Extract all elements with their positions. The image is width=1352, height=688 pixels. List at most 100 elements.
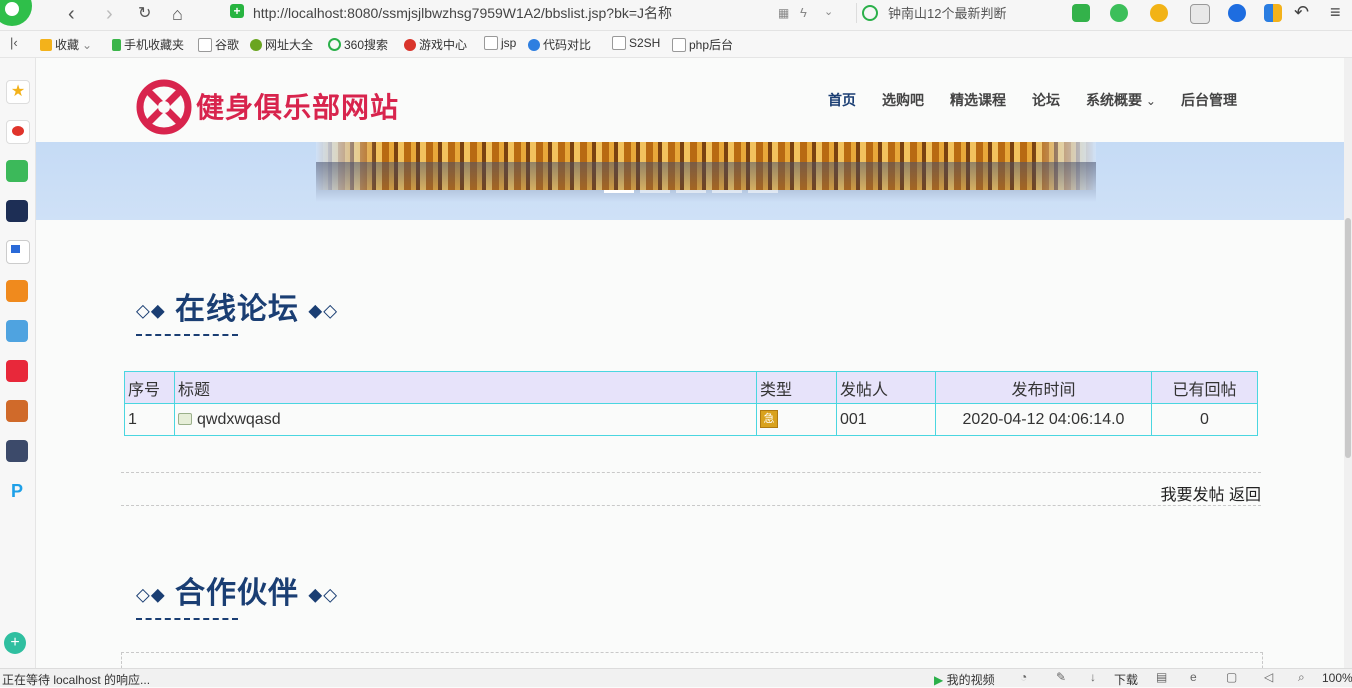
col-type: 类型 xyxy=(756,371,837,404)
address-url[interactable]: http://localhost:8080/ssmjsjlbwzhsg7959W… xyxy=(253,3,672,23)
status-text: 正在等待 localhost 的响应... xyxy=(2,673,151,687)
xiaohongshu-icon[interactable] xyxy=(6,360,28,382)
bookmark-item[interactable]: S2SH xyxy=(612,36,660,50)
bookmark-item[interactable]: jsp xyxy=(484,36,516,50)
bookmark-item[interactable]: 游戏中心 xyxy=(404,36,467,53)
site-name[interactable]: 健身俱乐部网站 xyxy=(196,86,399,126)
undo-icon[interactable]: ↶ xyxy=(1294,2,1309,23)
refresh-icon[interactable]: ↻ xyxy=(138,2,151,26)
favorites-star-icon[interactable]: ★ xyxy=(6,80,30,104)
mail-icon[interactable] xyxy=(6,160,28,182)
diamond-left-icon: ◇◆ xyxy=(136,584,166,605)
qr-icon[interactable]: ▦ xyxy=(778,6,789,20)
compare-icon xyxy=(528,38,540,51)
document-icon[interactable] xyxy=(6,240,30,264)
speed-icon[interactable]: ◔ xyxy=(1020,670,1027,684)
back-link[interactable]: 返回 xyxy=(1229,487,1261,504)
col-title: 标题 xyxy=(174,371,757,404)
bookmark-item[interactable]: 谷歌 xyxy=(198,36,239,53)
image-icon[interactable] xyxy=(1190,4,1210,24)
bookmark-item[interactable]: 360搜索 xyxy=(328,36,388,53)
table-row[interactable]: 1 qwdxwqasd 急 001 2020-04-12 04:06:14.0 … xyxy=(124,403,1258,436)
forward-icon[interactable]: › xyxy=(106,2,113,26)
bookmark-item[interactable]: 手机收藏夹 xyxy=(112,36,184,53)
home-icon[interactable]: ⌂ xyxy=(172,2,183,26)
download-button[interactable]: 下载 xyxy=(1114,671,1138,688)
carousel-dot[interactable] xyxy=(640,190,670,193)
bookmark-item[interactable]: 网址大全 xyxy=(250,36,313,53)
status-bar: 正在等待 localhost 的响应... ▶ 我的视频 ◔ ✎ ↓ 下载 ▤ … xyxy=(0,668,1352,687)
carousel-dot[interactable] xyxy=(604,190,634,193)
col-index: 序号 xyxy=(124,371,175,404)
back-icon[interactable]: ‹ xyxy=(68,2,75,26)
bookmark-item[interactable]: php后台 xyxy=(672,36,733,53)
col-time: 发布时间 xyxy=(935,371,1152,404)
coin-icon[interactable] xyxy=(1150,4,1168,22)
urgent-icon: 急 xyxy=(760,410,778,429)
weibo-icon[interactable] xyxy=(6,120,30,144)
col-replies: 已有回帖 xyxy=(1151,371,1258,404)
my-video-button[interactable]: ▶ 我的视频 xyxy=(934,671,995,688)
chevron-down-icon[interactable]: ⌄ xyxy=(824,5,833,18)
secure-shield-icon: + xyxy=(230,4,244,18)
search-engine-icon[interactable] xyxy=(862,5,878,21)
page-icon xyxy=(612,36,626,50)
download-arrow-icon[interactable]: ↓ xyxy=(1090,670,1096,684)
diamond-left-icon: ◇◆ xyxy=(136,300,166,321)
search-input[interactable]: 钟南山12个最新判断 xyxy=(888,3,1006,22)
menu-icon[interactable]: ≡ xyxy=(1330,2,1341,23)
nav-forum[interactable]: 论坛 xyxy=(1032,90,1060,110)
cell-type: 急 xyxy=(756,403,837,436)
site-logo-icon[interactable] xyxy=(136,79,192,135)
nav-home[interactable]: 首页 xyxy=(828,90,856,110)
phone-icon xyxy=(112,38,121,51)
translate-icon[interactable] xyxy=(1110,4,1128,22)
cell-author: 001 xyxy=(836,403,936,436)
scrollbar-thumb[interactable] xyxy=(1345,218,1351,458)
table-header-row: 序号 标题 类型 发帖人 发布时间 已有回帖 xyxy=(124,371,1258,404)
zoom-icon[interactable]: ⌕ xyxy=(1298,670,1305,685)
game3-icon[interactable] xyxy=(6,440,28,462)
nav-system-overview[interactable]: 系统概要 ⌄ xyxy=(1086,90,1156,110)
scissors-icon[interactable] xyxy=(1072,4,1090,22)
lightning-icon[interactable]: ϟ xyxy=(800,5,807,20)
city-reflection xyxy=(316,162,1096,202)
zoom-level[interactable]: 100% xyxy=(1322,671,1352,685)
volume-icon[interactable]: ◁ xyxy=(1264,670,1273,684)
game-icon xyxy=(404,38,416,51)
magnifier-icon[interactable] xyxy=(1228,4,1246,22)
chevron-down-icon: ⌄ xyxy=(1145,94,1156,108)
page-icon xyxy=(198,37,212,52)
carousel-dot[interactable] xyxy=(676,190,706,193)
forum-actions: 我要发帖 返回 xyxy=(1161,481,1261,505)
novel-icon[interactable] xyxy=(6,280,28,302)
cell-title[interactable]: qwdxwqasd xyxy=(174,403,757,436)
pin-icon[interactable]: ✎ xyxy=(1056,670,1066,684)
nav-courses[interactable]: 精选课程 xyxy=(950,90,1006,110)
nav-admin[interactable]: 后台管理 xyxy=(1181,90,1237,110)
carousel-dot[interactable] xyxy=(748,190,778,193)
game2-icon[interactable] xyxy=(6,400,28,422)
post-title-link[interactable]: qwdxwqasd xyxy=(197,411,281,428)
apps-grid-icon[interactable] xyxy=(1264,4,1282,22)
bookmark-item[interactable]: 代码对比 xyxy=(528,36,591,53)
cell-replies: 0 xyxy=(1151,403,1258,436)
add-app-icon[interactable]: + xyxy=(4,632,26,654)
section-underline xyxy=(136,618,238,620)
nav-shop[interactable]: 选购吧 xyxy=(882,90,924,110)
game-character-icon[interactable] xyxy=(6,320,28,342)
bookmark-item[interactable]: 收藏 ⌄ xyxy=(40,36,92,53)
star-icon xyxy=(40,38,52,51)
forum-section-title: ◇◆ 在线论坛 ◆◇ xyxy=(136,293,339,326)
section-underline xyxy=(136,334,238,336)
sidebar-toggle-icon[interactable]: |‹ xyxy=(10,35,18,50)
window-icon[interactable]: ▢ xyxy=(1226,670,1237,684)
new-post-link[interactable]: 我要发帖 xyxy=(1161,487,1225,504)
grid-icon[interactable]: ▤ xyxy=(1156,670,1167,684)
carousel-dot[interactable] xyxy=(712,190,742,193)
ie-icon[interactable]: e xyxy=(1190,670,1197,684)
page-icon xyxy=(672,37,686,52)
school-icon[interactable] xyxy=(6,200,28,222)
forum-action-bar: 我要发帖 返回 xyxy=(121,472,1261,506)
p-app-icon[interactable]: P xyxy=(6,480,28,502)
